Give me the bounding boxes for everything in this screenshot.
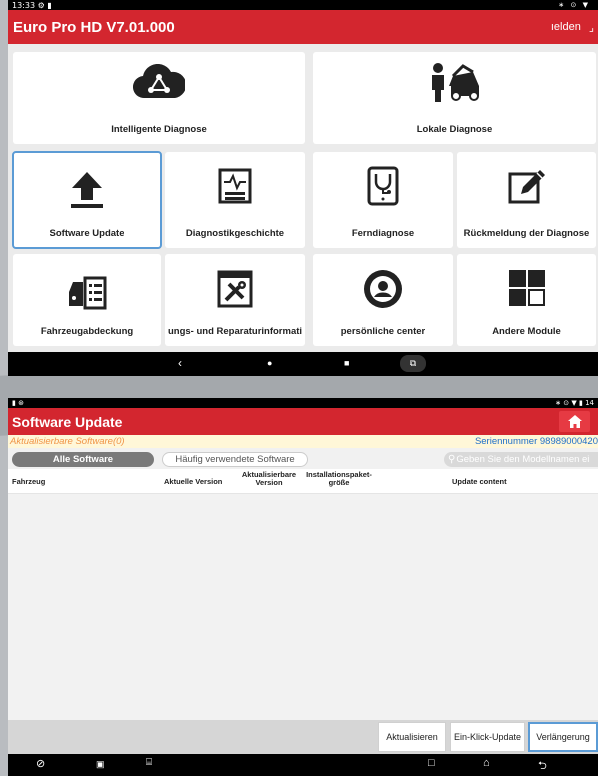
status-time: 13:33 [12,0,36,10]
upload-arrow-icon [69,170,105,215]
app-header: Euro Pro HD V7.01.000 ıelden ⌟ [8,10,598,44]
recents-button[interactable]: ■ [344,358,349,368]
edit-pencil-icon [507,166,547,211]
gallery-icon[interactable]: ▣ [96,759,105,770]
user-circle-icon [362,268,404,315]
tile-label: Rückmeldung der Diagnose [463,228,590,239]
page-header: Software Update [8,408,598,435]
status-bar: 13:33 ⚙ ▮ ∗ ⊙ ▼ [8,0,598,10]
tile-label: persönliche center [340,326,426,337]
status-left-icons: ▮ ⊛ [12,399,24,407]
refresh-button[interactable]: Aktualisieren [378,722,446,752]
status-right-icons: ∗ ⊙ ▼ ▮ 14 [555,399,594,407]
column-update-content: Update content [452,477,507,486]
tile-label: Andere Module [492,326,561,337]
search-icon: ⚲ [448,454,456,465]
tile-label: Intelligente Diagnose [111,124,207,135]
screenshot-icon[interactable]: ⧉ [400,355,426,372]
tile-personal-center[interactable]: persönliche center [313,254,453,346]
status-right-icons: ∗ ⊙ ▼ [558,1,590,9]
back-button[interactable]: ⮌ [538,757,547,776]
software-list [8,494,598,720]
home-button[interactable]: ● [267,358,272,368]
tile-intelligent-diagnosis[interactable]: Intelligente Diagnose [13,52,305,144]
car-list-icon [67,276,107,315]
modules-grid-icon [507,268,547,313]
tile-remote-diagnosis[interactable]: Ferndiagnose [313,152,453,248]
login-link[interactable]: ıelden [551,21,581,33]
tile-label: Ferndiagnose [351,228,415,239]
tile-repair-information[interactable]: ungs- und Reparaturinformati [165,254,305,346]
column-vehicle: Fahrzeug [12,477,46,486]
model-search-input[interactable]: ⚲ Geben Sie den Modellnamen ei [444,452,598,467]
status-icons: ⚙ ▮ [37,0,52,10]
tile-label: Fahrzeugabdeckung [40,326,134,337]
one-click-update-button[interactable]: Ein-Klick-Update [450,722,525,752]
status-bar: ▮ ⊛ ∗ ⊙ ▼ ▮ 14 [8,398,598,408]
waveform-report-icon [218,168,252,209]
module-grid: Intelligente Diagnose Lokale Diagnose So… [8,44,598,352]
serial-number: Seriennummer 98989000420 [474,436,598,447]
mechanic-car-icon [429,62,481,107]
tile-diagnostic-history[interactable]: Diagnostikgeschichte [165,152,305,248]
software-update-screen: ▮ ⊛ ∗ ⊙ ▼ ▮ 14 Software Update Aktualisi… [8,398,598,776]
filter-bar: Alle Software Häufig verwendete Software… [8,448,598,469]
action-bar: Aktualisieren Ein-Klick-Update Verlänger… [8,720,598,754]
android-nav-bar: ‹ ● ■ ⧉ [8,352,598,376]
stethoscope-tablet-icon [366,166,400,211]
column-updatable-version: Aktualisierbare Version [241,470,297,487]
assistant-icon[interactable]: ⊘ [36,757,45,770]
tools-icon [217,270,253,313]
home-icon[interactable]: ⌂ [483,757,490,769]
info-bar: Aktualisierbare Software(0) Seriennummer… [8,435,598,448]
tile-diagnosis-feedback[interactable]: Rückmeldung der Diagnose [457,152,596,248]
tile-label: Software Update [49,228,125,239]
cloud-share-icon [132,63,187,105]
tile-label: ungs- und Reparaturinformati [167,326,303,337]
more-icon[interactable]: ⌟ [589,21,594,34]
frequent-software-tab[interactable]: Häufig verwendete Software [162,452,308,467]
android-nav-bar: ⊘ ▣ ⌸ □ ⌂ ⮌ [8,754,598,776]
all-software-tab[interactable]: Alle Software [12,452,154,467]
tile-label: Lokale Diagnose [416,124,493,135]
recents-button[interactable]: □ [428,757,435,769]
search-placeholder: Geben Sie den Modellnamen ei [456,454,590,465]
home-button[interactable] [559,411,590,432]
main-menu-screen: 13:33 ⚙ ▮ ∗ ⊙ ▼ Euro Pro HD V7.01.000 ıe… [8,0,598,376]
tile-label: Diagnostikgeschichte [185,228,285,239]
tile-other-modules[interactable]: Andere Module [457,254,596,346]
vci-icon[interactable]: ⌸ [146,757,152,768]
updatable-count: Aktualisierbare Software(0) [10,436,125,447]
tile-software-update[interactable]: Software Update [12,151,162,249]
tile-local-diagnosis[interactable]: Lokale Diagnose [313,52,596,144]
page-title: Software Update [12,413,123,430]
extend-subscription-button[interactable]: Verlängerung [528,722,598,752]
table-header: Fahrzeug Aktuelle Version Aktualisierbar… [8,469,598,494]
home-icon [567,415,582,428]
back-button[interactable]: ‹ [178,356,182,370]
tile-vehicle-coverage[interactable]: Fahrzeugabdeckung [13,254,161,346]
column-current-version: Aktuelle Version [164,477,223,486]
app-title: Euro Pro HD V7.01.000 [13,18,175,36]
column-package-size: Installationspaket- größe [306,470,372,487]
